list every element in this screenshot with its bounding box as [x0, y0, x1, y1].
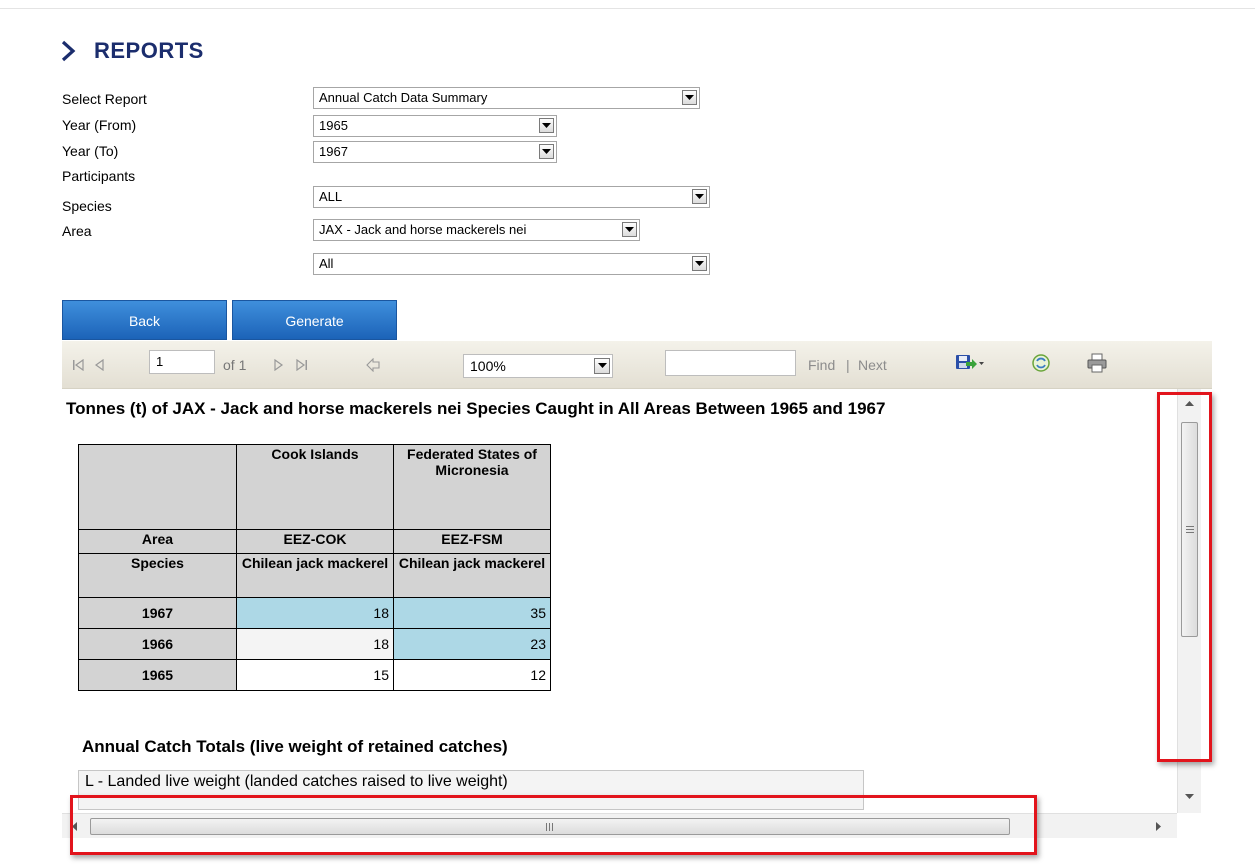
species-cell: Chilean jack mackerel	[236, 553, 394, 598]
species-row-label: Species	[78, 553, 237, 598]
chevron-down-icon[interactable]	[539, 144, 554, 159]
legend-text: L - Landed live weight (landed catches r…	[85, 773, 508, 790]
species-label: Species	[62, 198, 112, 214]
year-from-label: Year (From)	[62, 117, 137, 133]
value-cell: 15	[236, 659, 394, 691]
chevron-down-icon[interactable]	[692, 189, 707, 204]
report-viewer-toolbar: 1 of 1 100% Find | Next	[62, 341, 1212, 389]
table-species-row: Species Chilean jack mackerel Chilean ja…	[78, 553, 551, 598]
year-cell: 1965	[78, 659, 237, 691]
zoom-value: 100%	[470, 358, 506, 374]
back-button[interactable]: Back	[62, 300, 227, 340]
top-divider	[0, 8, 1255, 9]
first-page-icon[interactable]	[72, 359, 86, 371]
value-cell: 18	[236, 628, 394, 660]
report-title: Tonnes (t) of JAX - Jack and horse macke…	[66, 399, 886, 418]
table-area-row: Area EEZ-COK EEZ-FSM	[78, 529, 551, 554]
value-cell: 12	[393, 659, 551, 691]
vertical-scrollbar-highlight	[1157, 392, 1212, 762]
table-header-row: Cook Islands Federated States of Microne…	[78, 444, 551, 530]
page-title: REPORTS	[94, 38, 204, 63]
select-report-label: Select Report	[62, 91, 147, 107]
chevron-down-icon[interactable]	[692, 256, 707, 271]
zoom-dropdown[interactable]: 100%	[463, 354, 613, 378]
species-dropdown[interactable]: JAX - Jack and horse mackerels nei	[313, 219, 640, 241]
participants-dropdown[interactable]: ALL	[313, 186, 710, 208]
participant-header: Federated States of Micronesia	[393, 444, 551, 530]
scroll-down-icon[interactable]	[1185, 794, 1194, 800]
year-to-label: Year (To)	[62, 143, 119, 159]
select-report-dropdown[interactable]: Annual Catch Data Summary	[313, 87, 700, 109]
horizontal-scrollbar-highlight	[70, 795, 1037, 855]
chevron-down-icon[interactable]	[622, 222, 637, 237]
year-to-dropdown[interactable]: 1967	[313, 141, 557, 163]
page-heading: REPORTS	[58, 36, 204, 66]
report-content-area: Tonnes (t) of JAX - Jack and horse macke…	[62, 389, 1177, 813]
chevron-down-icon[interactable]	[594, 358, 610, 374]
annual-totals-title: Annual Catch Totals (live weight of reta…	[82, 737, 508, 756]
value-cell: 18	[236, 597, 394, 629]
area-cell: EEZ-FSM	[393, 529, 551, 554]
find-separator: |	[846, 357, 850, 373]
area-row-label: Area	[78, 529, 237, 554]
year-cell: 1966	[78, 628, 237, 660]
find-input[interactable]	[665, 350, 796, 376]
next-link[interactable]: Next	[858, 354, 887, 376]
area-value: All	[319, 256, 334, 271]
find-link[interactable]: Find	[808, 354, 835, 376]
year-from-dropdown[interactable]: 1965	[313, 115, 557, 137]
chevron-down-icon[interactable]	[682, 90, 697, 105]
area-cell: EEZ-COK	[236, 529, 394, 554]
participants-label: Participants	[62, 168, 136, 184]
year-from-value: 1965	[319, 118, 348, 133]
back-icon[interactable]	[366, 358, 380, 372]
scroll-right-icon[interactable]	[1156, 822, 1162, 831]
value-cell: 23	[393, 628, 551, 660]
last-page-icon[interactable]	[294, 359, 308, 371]
page-number-input[interactable]: 1	[149, 350, 215, 374]
table-row: 1965 15 12	[78, 659, 551, 691]
value-cell: 35	[393, 597, 551, 629]
table-row: 1966 18 23	[78, 628, 551, 660]
area-label: Area	[62, 223, 92, 239]
export-save-icon[interactable]	[955, 353, 985, 373]
year-cell: 1967	[78, 597, 237, 629]
previous-page-icon[interactable]	[94, 359, 106, 371]
print-icon[interactable]	[1086, 352, 1108, 374]
participant-header: Cook Islands	[236, 444, 394, 530]
page-count-label: of 1	[223, 357, 247, 373]
refresh-icon[interactable]	[1031, 353, 1051, 373]
generate-button[interactable]: Generate	[232, 300, 397, 340]
table-row: 1967 18 35	[78, 597, 551, 629]
species-cell: Chilean jack mackerel	[393, 553, 551, 598]
table-corner-cell	[78, 444, 237, 530]
catch-data-table: Cook Islands Federated States of Microne…	[78, 444, 551, 691]
chevron-down-icon[interactable]	[539, 118, 554, 133]
year-to-value: 1967	[319, 144, 348, 159]
species-value: JAX - Jack and horse mackerels nei	[319, 222, 527, 237]
next-page-icon[interactable]	[272, 359, 284, 371]
area-dropdown[interactable]: All	[313, 253, 710, 275]
select-report-value: Annual Catch Data Summary	[319, 90, 488, 105]
chevron-right-icon	[61, 40, 76, 62]
participants-value: ALL	[319, 189, 343, 204]
